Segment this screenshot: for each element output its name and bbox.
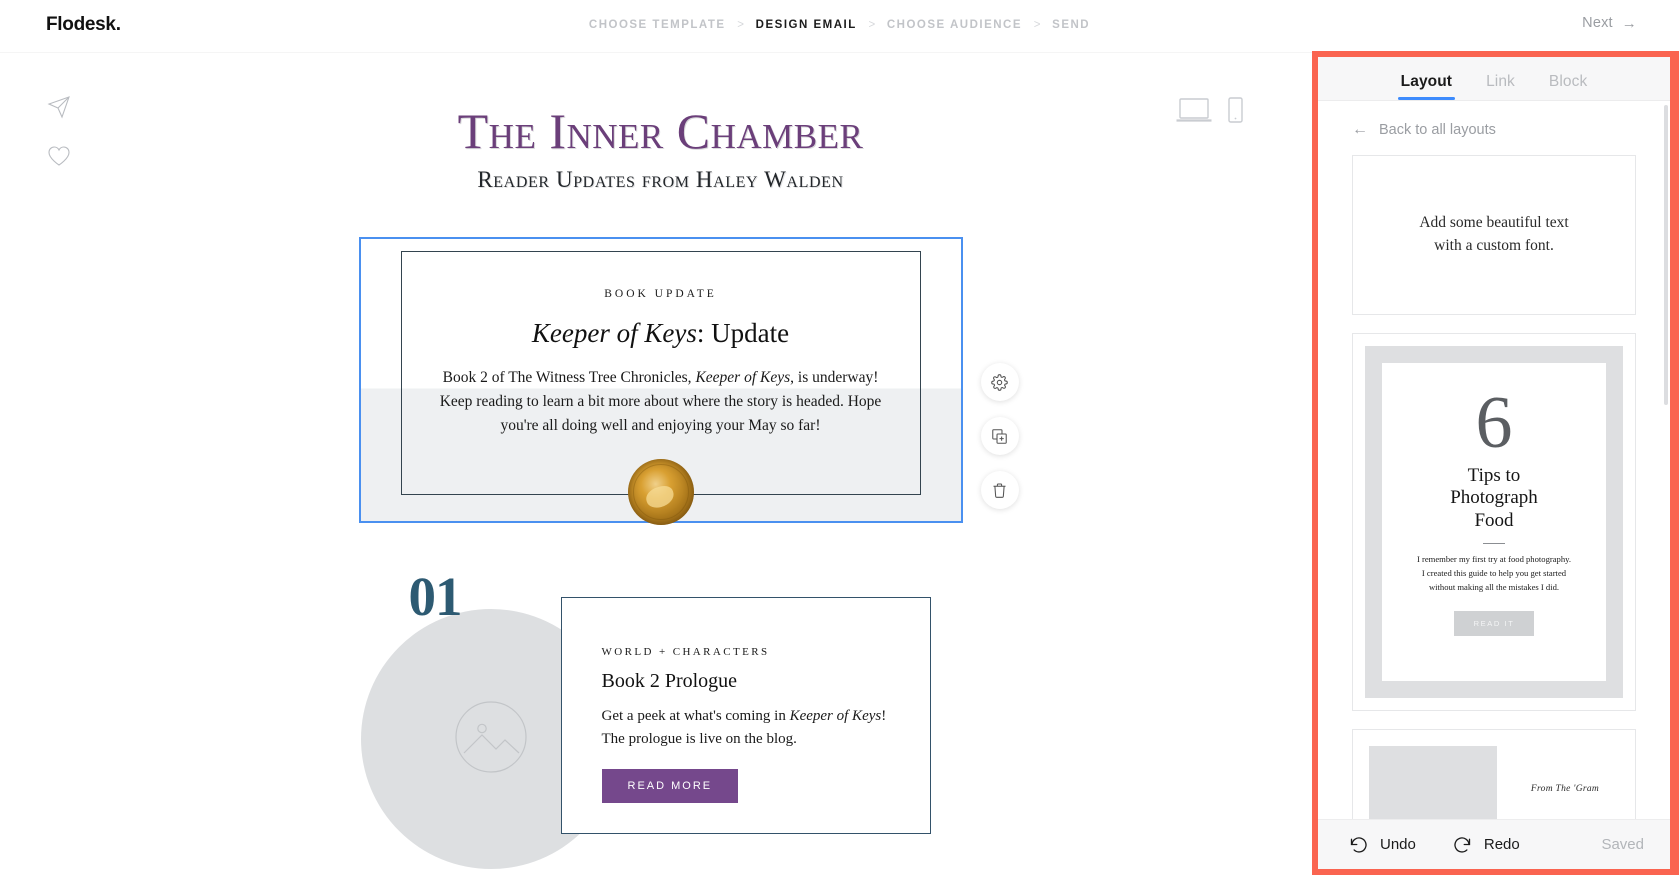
step-design-email[interactable]: DESIGN EMAIL [756, 19, 857, 31]
panel-scrollbar[interactable] [1664, 105, 1668, 405]
block-action-toolbar [980, 363, 1019, 509]
panel-body: ← Back to all layouts Add some beautiful… [1318, 101, 1670, 819]
layout-card-list: Add some beautiful text with a custom fo… [1318, 155, 1670, 819]
layout-card-body-line2: I created this guide to help you get sta… [1421, 568, 1567, 579]
layout-card-line2: with a custom font. [1434, 237, 1554, 254]
gold-wax-seal-icon [627, 459, 694, 526]
selected-block-wrapper: BOOK UPDATE Keeper of Keys: Update Book … [358, 236, 963, 526]
save-status: Saved [1601, 836, 1644, 853]
redo-label: Redo [1483, 836, 1520, 853]
block-body-part1: Book 2 of The Witness Tree Chronicles, [442, 369, 696, 386]
layout-card-title-line1: Tips to [1467, 465, 1521, 487]
panel-tabs: Layout Link Block [1318, 57, 1670, 101]
block-heading: Keeper of Keys: Update [438, 318, 884, 349]
layout-card-title: Tips to Photograph Food [1450, 465, 1538, 532]
section-body-part1: Get a peek at what's coming in [601, 708, 790, 725]
arrow-right-icon: → [1621, 14, 1637, 32]
block-inner-frame: BOOK UPDATE Keeper of Keys: Update Book … [400, 251, 921, 526]
layout-card-number: 6 [1475, 382, 1513, 464]
duplicate-icon[interactable] [980, 417, 1019, 455]
top-bar: Flodesk. CHOOSE TEMPLATE > DESIGN EMAIL … [0, 0, 1679, 53]
layout-card-divider [1483, 543, 1505, 545]
trash-icon[interactable] [980, 471, 1019, 509]
arrow-left-icon: ← [1352, 121, 1368, 138]
layout-card-line1: Add some beautiful text [1419, 214, 1569, 232]
mobile-preview-icon[interactable] [1228, 97, 1243, 128]
step-choose-template[interactable]: CHOOSE TEMPLATE [589, 19, 726, 31]
tab-layout[interactable]: Layout [1397, 73, 1456, 100]
back-label: Back to all layouts [1379, 122, 1496, 138]
selected-content-block[interactable]: BOOK UPDATE Keeper of Keys: Update Book … [358, 236, 963, 526]
panel-footer: Undo Redo Saved [1318, 819, 1670, 869]
layout-card-button: READ IT [1453, 611, 1535, 637]
layout-card-text-preview: Add some beautiful text with a custom fo… [1419, 212, 1568, 258]
layout-card-numbered-tips[interactable]: 6 Tips to Photograph Food I remember my … [1352, 333, 1636, 711]
block-eyebrow: BOOK UPDATE [604, 288, 717, 300]
step-choose-audience[interactable]: CHOOSE AUDIENCE [887, 19, 1022, 31]
block-body-text: Book 2 of The Witness Tree Chronicles, K… [438, 366, 884, 438]
undo-label: Undo [1380, 836, 1416, 853]
gear-icon[interactable] [980, 363, 1019, 401]
layout-card-text[interactable]: Add some beautiful text with a custom fo… [1352, 155, 1636, 315]
layout-card-image-placeholder [1369, 746, 1497, 819]
desktop-preview-icon[interactable] [1176, 97, 1212, 128]
layout-card-caption: From The 'Gram [1530, 784, 1600, 794]
flodesk-email-builder: Flodesk. CHOOSE TEMPLATE > DESIGN EMAIL … [0, 0, 1679, 875]
send-test-icon[interactable] [44, 92, 74, 122]
section-title: Book 2 Prologue [601, 670, 738, 693]
email-subtitle: Reader Updates from Haley Walden [477, 167, 844, 192]
block-heading-italic: Keeper of Keys [531, 318, 697, 348]
email-canvas: The Inner Chamber Reader Updates from Ha… [0, 53, 1321, 875]
breadcrumb: CHOOSE TEMPLATE > DESIGN EMAIL > CHOOSE … [0, 19, 1679, 31]
section-eyebrow: WORLD + CHARACTERS [601, 646, 770, 659]
email-document: The Inner Chamber Reader Updates from Ha… [358, 53, 963, 870]
next-button[interactable]: Next → [1582, 15, 1637, 31]
layout-card-body-line1: I remember my first try at food photogra… [1416, 554, 1572, 565]
back-to-all-layouts[interactable]: ← Back to all layouts [1318, 101, 1670, 155]
undo-button[interactable]: Undo [1348, 834, 1416, 855]
layout-card-preview: 6 Tips to Photograph Food I remember my … [1382, 363, 1606, 681]
block-heading-rest: : Update [696, 318, 790, 348]
layout-card-title-line3: Food [1474, 509, 1514, 531]
panel-container: Layout Link Block ← Back to all layouts … [1318, 57, 1670, 869]
section-text-card[interactable]: WORLD + CHARACTERS Book 2 Prologue Get a… [560, 597, 931, 834]
step-separator: > [868, 19, 876, 31]
left-tool-rail [44, 92, 78, 190]
redo-button[interactable]: Redo [1452, 834, 1520, 855]
image-placeholder-icon [454, 700, 527, 778]
step-separator: > [737, 19, 744, 31]
device-preview-toggle [1176, 97, 1243, 128]
step-send[interactable]: SEND [1052, 19, 1090, 31]
email-masthead[interactable]: The Inner Chamber Reader Updates from Ha… [361, 53, 961, 201]
email-title: The Inner Chamber [457, 103, 864, 159]
step-separator: > [1033, 19, 1041, 31]
layout-card-title-line2: Photograph [1450, 487, 1538, 509]
block-body-italic: Keeper of Keys [695, 369, 791, 386]
email-section-01: 01 WORLD + CHARACTERS Book 2 Prologue Ge… [360, 566, 961, 870]
redo-icon [1452, 834, 1473, 855]
layout-card-body-line3: without making all the mistakes I did. [1428, 582, 1560, 593]
section-body: Get a peek at what's coming in Keeper of… [602, 705, 890, 751]
section-cta-button[interactable]: READ MORE [601, 768, 739, 803]
layout-card-image-text[interactable]: From The 'Gram [1352, 729, 1636, 819]
layout-card-body: I remember my first try at food photogra… [1401, 553, 1587, 595]
layout-card-mat: 6 Tips to Photograph Food I remember my … [1365, 346, 1623, 698]
undo-icon [1348, 834, 1369, 855]
right-editor-panel: Layout Link Block ← Back to all layouts … [1312, 51, 1679, 875]
section-body-italic: Keeper of Keys [789, 708, 882, 725]
next-label: Next [1582, 15, 1613, 31]
section-number: 01 [408, 566, 463, 628]
favorite-heart-icon[interactable] [44, 141, 74, 171]
tab-block[interactable]: Block [1549, 73, 1587, 100]
tab-link[interactable]: Link [1486, 73, 1515, 100]
